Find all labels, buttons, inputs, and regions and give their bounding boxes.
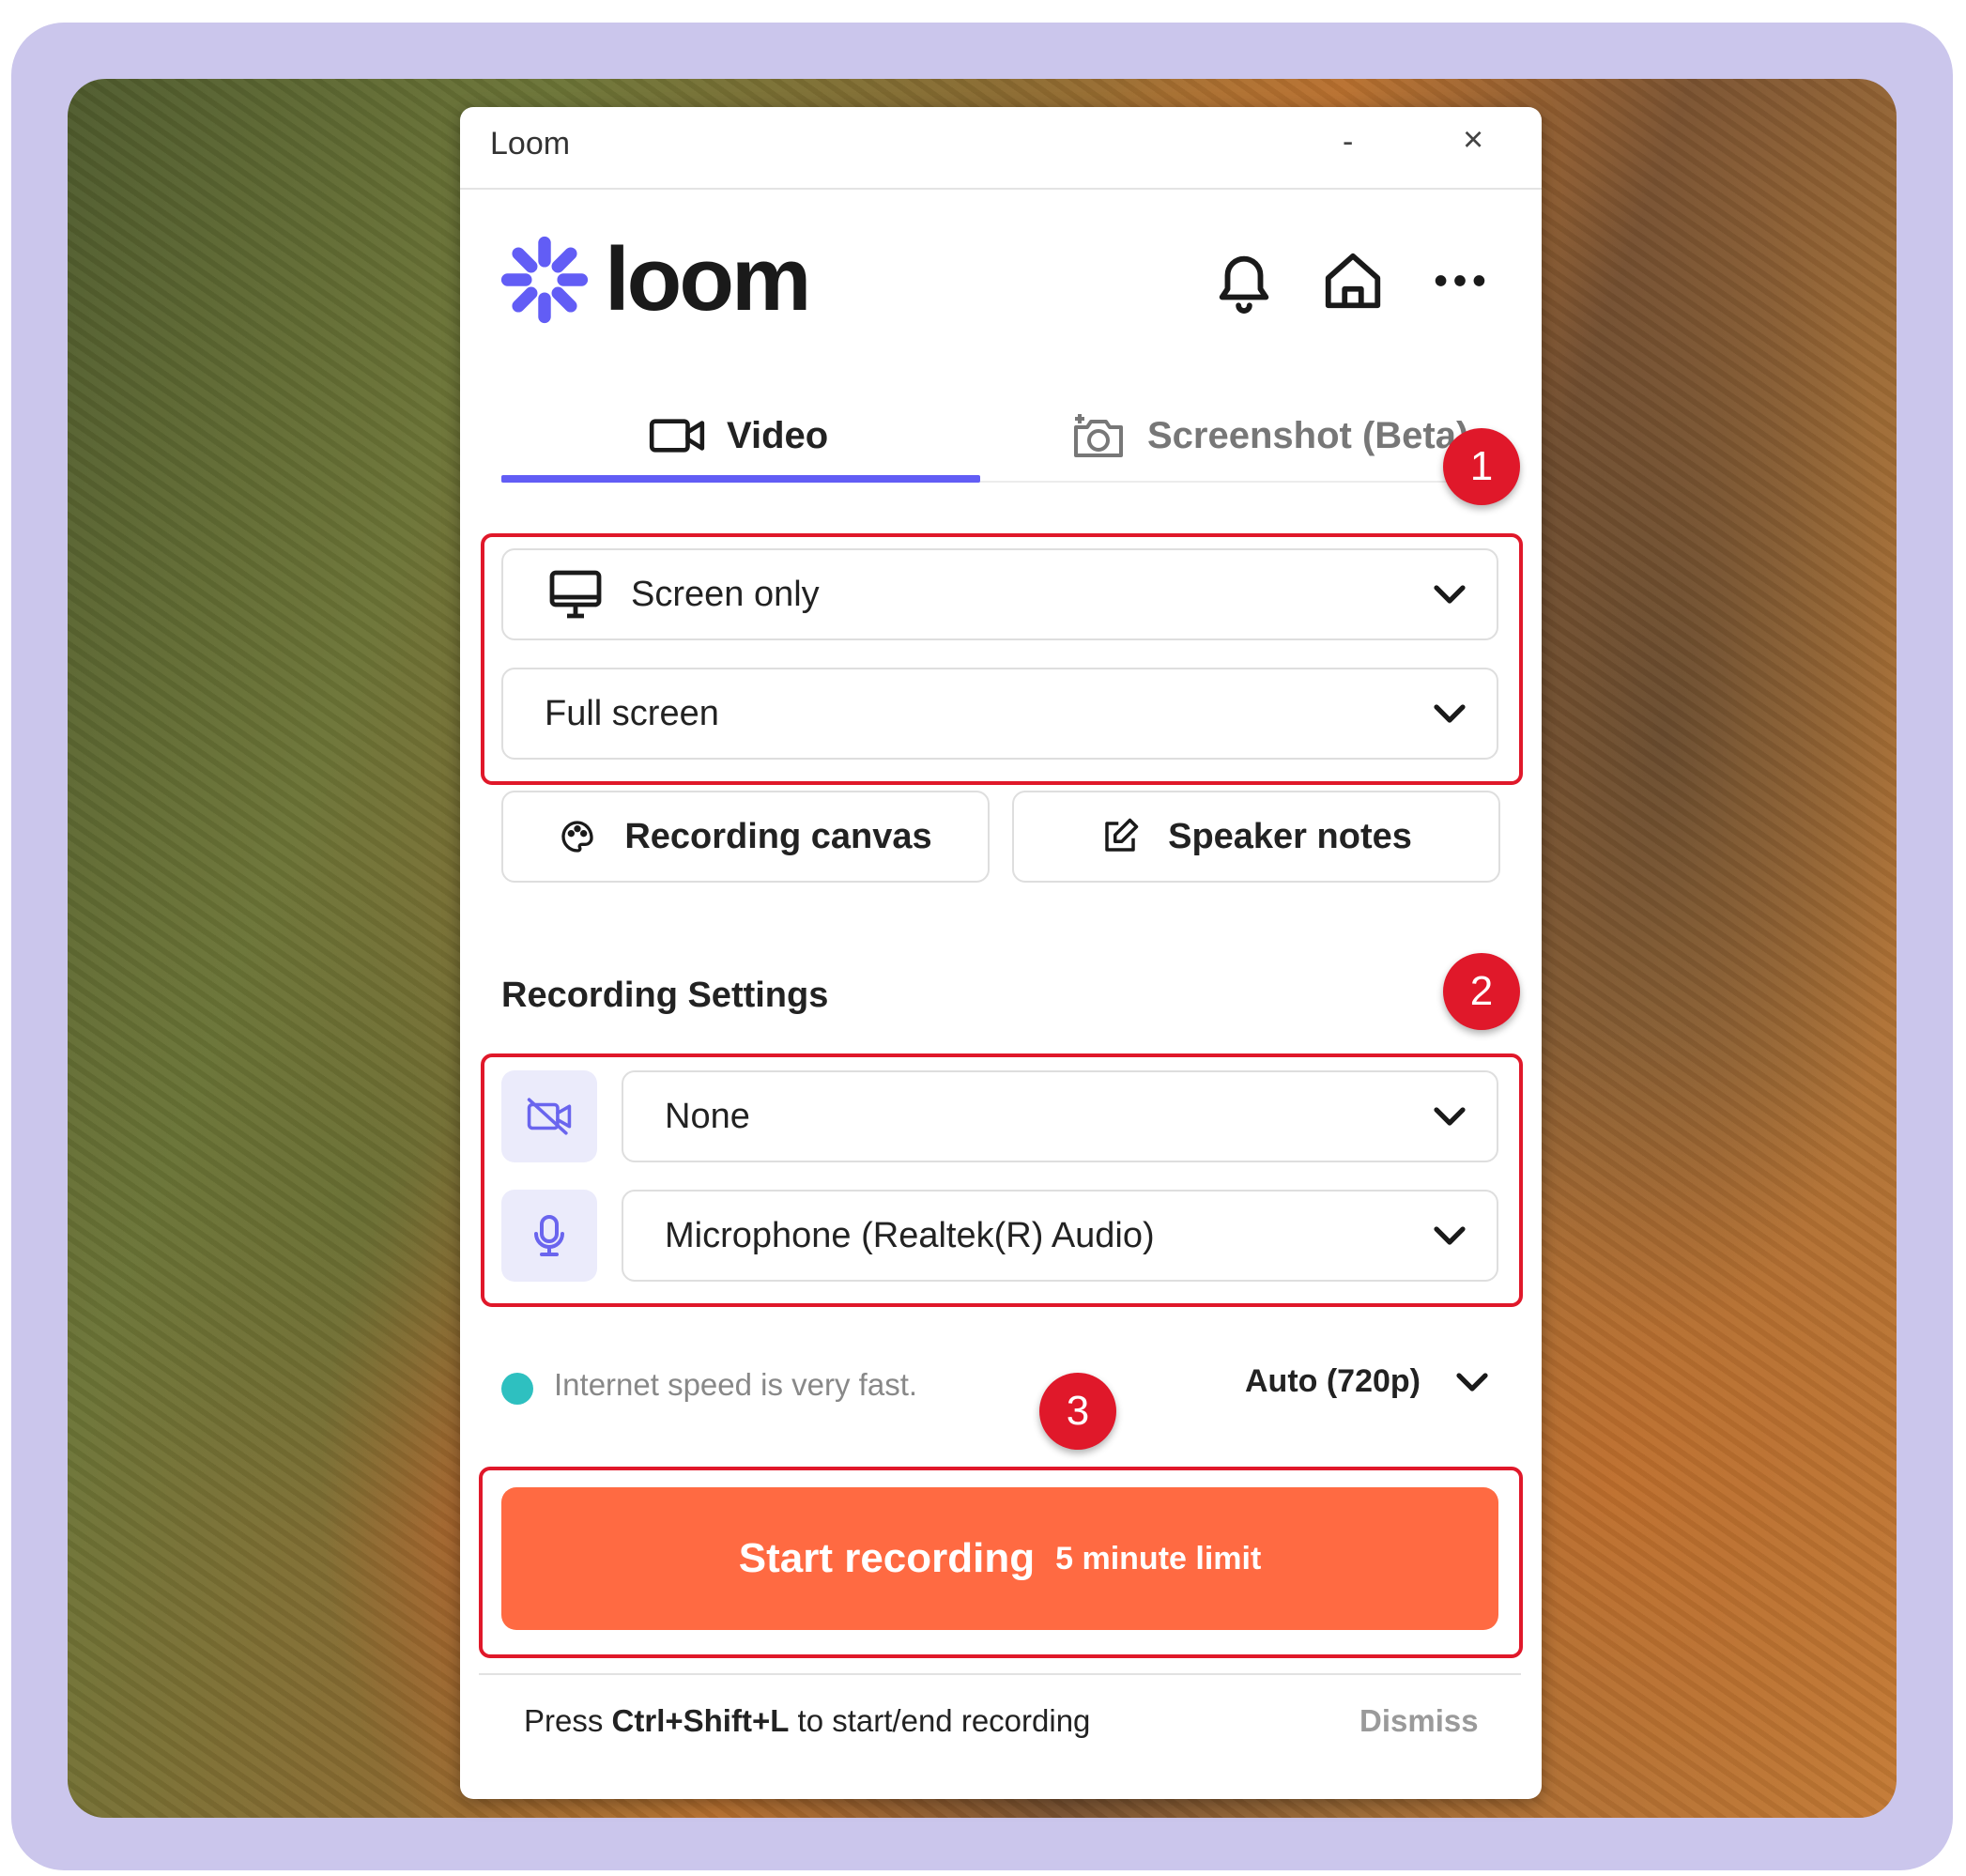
bell-icon[interactable] <box>1211 248 1277 314</box>
tab-video-label: Video <box>727 414 829 456</box>
palette-icon <box>561 821 593 853</box>
hint-suffix: to start/end recording <box>789 1703 1091 1738</box>
speaker-notes-label: Speaker notes <box>1168 816 1412 856</box>
chevron-down-icon <box>1456 1373 1489 1392</box>
annotation-box-2 <box>481 1053 1523 1307</box>
loom-logo: loom <box>499 229 811 330</box>
minimize-button[interactable]: - <box>1343 124 1353 161</box>
hint-shortcut: Ctrl+Shift+L <box>611 1703 790 1738</box>
annotation-box-1 <box>481 533 1523 785</box>
loom-wordmark: loom <box>605 229 811 330</box>
close-button[interactable]: × <box>1463 120 1483 161</box>
footer-divider <box>479 1673 1521 1675</box>
shortcut-hint: Press Ctrl+Shift+L to start/end recordin… <box>524 1703 1090 1739</box>
loom-window: Loom - × loom Video Screenshot (Beta) Sc… <box>460 107 1542 1799</box>
speaker-notes-button[interactable]: Speaker notes <box>1012 791 1500 883</box>
title-bar: Loom - × <box>460 107 1542 190</box>
quality-value: Auto (720p) <box>1245 1363 1421 1399</box>
internet-speed-text: Internet speed is very fast. <box>554 1367 918 1402</box>
annotation-badge-1: 1 <box>1443 428 1520 505</box>
active-tab-indicator <box>501 475 980 483</box>
edit-note-icon <box>1105 818 1139 852</box>
quality-select[interactable]: Auto (720p) <box>1245 1363 1491 1400</box>
recording-canvas-button[interactable]: Recording canvas <box>501 791 990 883</box>
video-camera-icon <box>649 419 705 453</box>
loom-asterisk-icon <box>500 236 589 324</box>
tab-video[interactable]: Video <box>648 389 828 483</box>
home-icon[interactable] <box>1320 248 1386 314</box>
camera-icon <box>1074 414 1123 457</box>
tab-screenshot[interactable]: Screenshot (Beta) <box>1070 389 1468 483</box>
hint-prefix: Press <box>524 1703 612 1738</box>
dismiss-button[interactable]: Dismiss <box>1359 1703 1479 1739</box>
more-icon[interactable] <box>1427 248 1493 314</box>
tab-screenshot-label: Screenshot (Beta) <box>1147 414 1469 456</box>
recording-canvas-label: Recording canvas <box>624 816 932 856</box>
recording-settings-title: Recording Settings <box>501 976 829 1015</box>
annotation-box-3 <box>479 1467 1523 1658</box>
speed-status-dot <box>501 1373 533 1405</box>
annotation-badge-3: 3 <box>1039 1373 1116 1450</box>
annotation-badge-2: 2 <box>1443 953 1520 1030</box>
window-title: Loom <box>490 126 571 161</box>
